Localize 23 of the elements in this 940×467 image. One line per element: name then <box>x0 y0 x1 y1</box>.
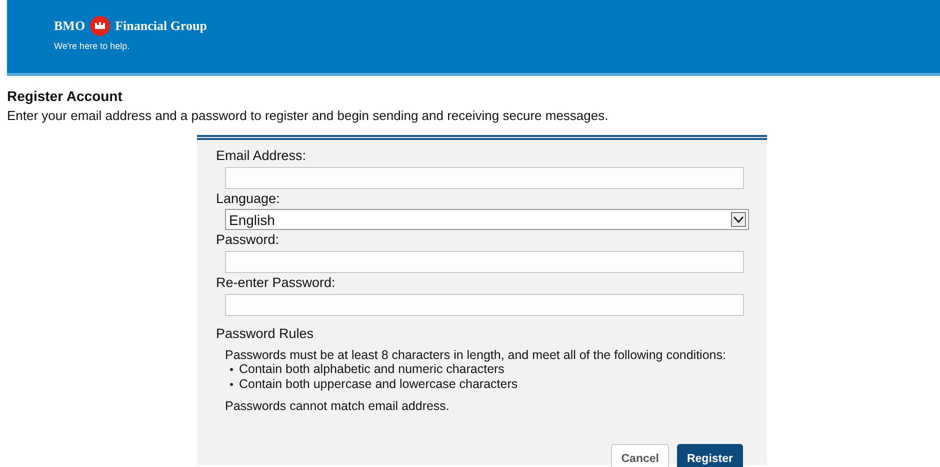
cancel-button[interactable]: Cancel <box>611 444 669 467</box>
bullet-icon <box>230 383 233 386</box>
language-select[interactable]: English <box>225 209 749 230</box>
bullet-icon <box>230 368 233 371</box>
brand-name: Financial Group <box>115 18 207 34</box>
email-field[interactable] <box>225 167 744 189</box>
intro-text: Enter your email address and a password to register and begin sending and receiving secure messages. <box>7 108 610 123</box>
rule-item: Contain both uppercase and lowercase characters <box>239 377 518 392</box>
password-field[interactable] <box>225 294 744 316</box>
field-label: Email Address: <box>216 148 306 163</box>
rules-heading: Password Rules <box>216 326 314 341</box>
brand-name: BMO <box>54 18 86 34</box>
field-label: Password: <box>216 232 280 247</box>
rule-item: Contain both alphabetic and numeric characters <box>239 362 504 377</box>
register-button[interactable]: Register <box>676 444 743 467</box>
rules-text: Passwords must be at least 8 characters in length, and meet all of the following conditions: <box>225 348 727 362</box>
page-title: Register Account <box>7 88 122 104</box>
tagline: We're here to help. <box>54 41 130 51</box>
password-field[interactable] <box>225 251 744 273</box>
rules-note: Passwords cannot match email address. <box>225 399 450 413</box>
field-label: Language: <box>216 191 280 206</box>
logo-icon <box>90 16 110 36</box>
field-label: Re-enter Password: <box>216 275 336 290</box>
